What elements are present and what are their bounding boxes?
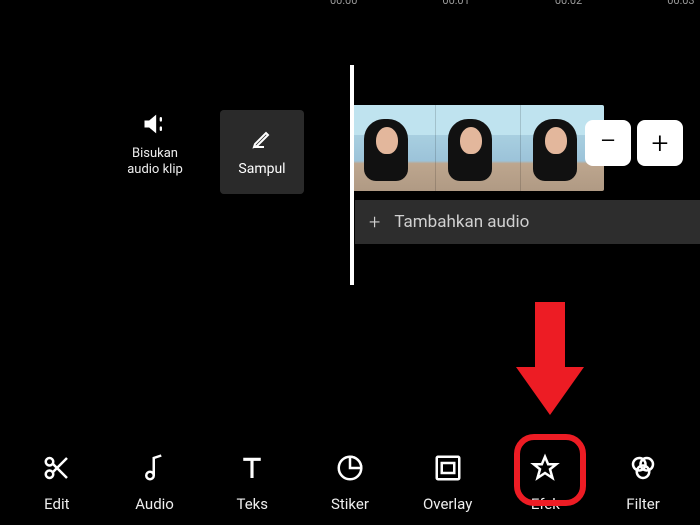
tool-label: Filter — [626, 495, 660, 513]
tool-overlay[interactable]: Overlay — [407, 451, 489, 513]
add-audio-label: Tambahkan audio — [394, 212, 529, 232]
bottom-toolbar: Edit Audio Teks Stiker — [0, 451, 700, 513]
zoom-in-button[interactable]: + — [637, 120, 683, 166]
speaker-mute-icon — [140, 110, 170, 138]
tool-sticker[interactable]: Stiker — [309, 451, 391, 513]
cover-label: Sampul — [238, 161, 285, 177]
annotation-arrow — [520, 302, 578, 417]
music-note-icon — [138, 451, 172, 485]
overlay-icon — [431, 451, 465, 485]
tool-label: Stiker — [331, 495, 369, 513]
playhead[interactable] — [350, 65, 354, 285]
add-audio-button[interactable]: + Tambahkan audio — [355, 200, 700, 244]
tool-label: Overlay — [423, 495, 472, 513]
sticker-icon — [333, 451, 367, 485]
ts: 00:03 — [667, 0, 694, 7]
tool-label: Audio — [135, 495, 174, 513]
tool-label: Edit — [44, 495, 69, 513]
annotation-highlight — [514, 434, 586, 506]
filter-circles-icon — [626, 451, 660, 485]
pencil-icon — [250, 127, 274, 155]
video-clip-strip[interactable] — [352, 105, 604, 191]
ts: 00:01 — [442, 0, 469, 7]
mute-label: Bisukan audio klip — [127, 146, 183, 179]
minus-icon: − — [599, 124, 616, 159]
scissors-icon — [40, 451, 74, 485]
plus-icon: + — [652, 126, 669, 161]
tool-audio[interactable]: Audio — [114, 451, 196, 513]
clip-thumbnail — [352, 105, 436, 191]
clip-thumbnail — [436, 105, 520, 191]
cover-button[interactable]: Sampul — [220, 110, 304, 194]
zoom-out-button[interactable]: − — [585, 120, 631, 166]
ts: 00:00 — [330, 0, 357, 7]
timeline-area: Bisukan audio klip Sampul − + — [0, 65, 700, 285]
timeline-timestamps: 00:00 00:01 00:02 00:03 — [330, 0, 700, 7]
tool-label: Teks — [236, 495, 268, 513]
tool-text[interactable]: Teks — [211, 451, 293, 513]
ts: 00:02 — [555, 0, 582, 7]
plus-icon: + — [369, 210, 380, 234]
mute-clip-audio-button[interactable]: Bisukan audio klip — [115, 110, 195, 179]
tool-filter[interactable]: Filter — [602, 451, 684, 513]
tool-edit[interactable]: Edit — [16, 451, 98, 513]
text-icon — [235, 451, 269, 485]
